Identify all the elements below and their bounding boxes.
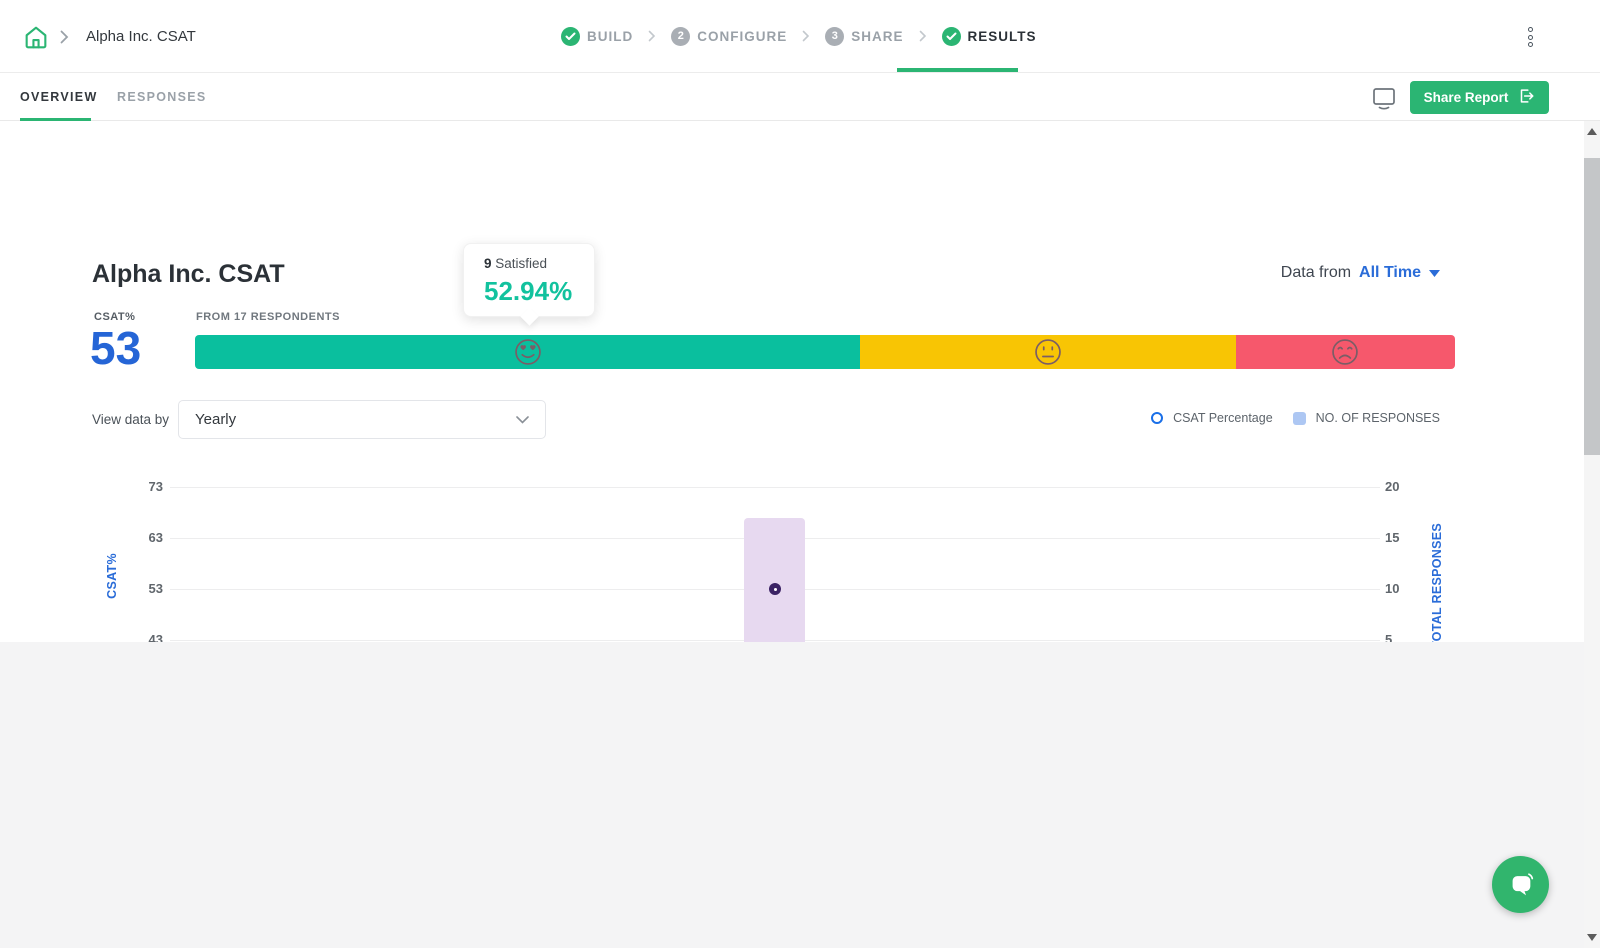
sad-face-icon: [1332, 339, 1359, 365]
active-step-underline: [897, 68, 1018, 72]
top-header: Alpha Inc. CSAT BUILD 2 CONFIGURE 3 SHAR…: [0, 0, 1600, 73]
step-number-badge: 2: [671, 26, 691, 46]
data-from-value: All Time: [1359, 264, 1421, 281]
chevron-right-icon: [648, 30, 656, 42]
tab-responses[interactable]: RESPONSES: [117, 73, 207, 121]
period-select-value: Yearly: [195, 411, 237, 428]
period-select[interactable]: Yearly: [178, 400, 546, 439]
overview-section: Alpha Inc. CSAT Data from All Time 9 Sat…: [0, 121, 1584, 711]
tooltip-label: Satisfied: [495, 256, 548, 271]
data-from-dropdown[interactable]: Data from All Time: [1281, 264, 1440, 282]
legend-csat-radio[interactable]: [1151, 412, 1164, 424]
respondents-label: FROM 17 RESPONDENTS: [196, 311, 340, 323]
step-build[interactable]: BUILD: [561, 26, 634, 46]
export-arrow-icon: [1517, 87, 1535, 108]
left-axis-tick: 53: [148, 581, 163, 596]
legend-responses-label: NO. OF RESPONSES: [1315, 411, 1440, 425]
lower-section: INSIGHTS All Shares All Time: [0, 642, 1584, 948]
step-number-badge: 3: [825, 26, 845, 46]
home-icon[interactable]: [22, 23, 50, 51]
view-data-by-label: View data by: [92, 412, 170, 427]
more-options-icon[interactable]: [1528, 27, 1533, 47]
chart-legend: CSAT Percentage NO. OF RESPONSES: [1151, 411, 1440, 425]
tooltip-percent: 52.94%: [484, 276, 573, 306]
results-tabbar: OVERVIEW RESPONSES: [0, 73, 1600, 121]
right-axis-tick: 15: [1385, 530, 1400, 545]
step-label: SHARE: [851, 28, 904, 44]
scrollbar-up-arrow[interactable]: [1587, 128, 1597, 135]
tab-overview[interactable]: OVERVIEW: [20, 73, 98, 121]
neutral-face-icon: [1035, 339, 1061, 365]
step-share[interactable]: 3 SHARE: [825, 26, 904, 46]
chevron-right-icon: [802, 30, 810, 42]
chevron-right-icon: [919, 30, 927, 42]
segment-satisfied[interactable]: [195, 335, 861, 369]
chat-launcher-button[interactable]: [1492, 856, 1549, 913]
satisfaction-stacked-bar: [195, 335, 1455, 369]
right-axis-tick: 20: [1385, 479, 1400, 494]
scrollbar-down-arrow[interactable]: [1587, 934, 1597, 941]
csat-percent-value: 53: [90, 322, 142, 374]
step-label: BUILD: [587, 28, 634, 44]
step-label: RESULTS: [967, 28, 1037, 44]
left-axis-tick: 73: [148, 479, 163, 494]
gridline: [170, 487, 1380, 488]
tooltip-text: 9 Satisfied: [484, 256, 594, 271]
check-circle-icon: [941, 26, 961, 46]
csat-point-2022: [769, 583, 781, 595]
tooltip-count: 9: [484, 256, 492, 271]
wizard-steps: BUILD 2 CONFIGURE 3 SHARE RESULTS: [561, 0, 1037, 72]
right-axis-tick: 10: [1385, 581, 1400, 596]
step-configure[interactable]: 2 CONFIGURE: [671, 26, 788, 46]
left-axis-title: CSAT%: [105, 553, 119, 599]
fullscreen-monitor-icon[interactable]: [1371, 86, 1397, 115]
chevron-down-icon: [516, 411, 529, 428]
check-circle-icon: [561, 26, 580, 46]
app-root: Alpha Inc. CSAT BUILD 2 CONFIGURE 3 SHAR…: [0, 0, 1600, 948]
caret-down-icon: [1429, 264, 1440, 282]
page-title: Alpha Inc. CSAT: [92, 260, 285, 288]
share-report-label: Share Report: [1423, 90, 1509, 105]
legend-csat-label: CSAT Percentage: [1173, 411, 1273, 425]
breadcrumb-survey-name: Alpha Inc. CSAT: [86, 28, 196, 45]
breadcrumb-chevron-icon: [60, 30, 69, 49]
satisfied-tooltip: 9 Satisfied 52.94%: [463, 243, 595, 317]
scrollbar-thumb[interactable]: [1584, 158, 1600, 455]
left-axis-tick: 63: [148, 530, 163, 545]
legend-responses-swatch[interactable]: [1292, 411, 1306, 425]
step-label: CONFIGURE: [697, 28, 788, 44]
vertical-scrollbar[interactable]: [1584, 121, 1600, 948]
segment-unsatisfied[interactable]: [1235, 335, 1455, 369]
data-from-label: Data from: [1280, 264, 1352, 281]
segment-neutral[interactable]: [860, 335, 1236, 369]
share-report-button[interactable]: Share Report: [1410, 81, 1549, 114]
step-results[interactable]: RESULTS: [941, 26, 1037, 46]
heart-eyes-face-icon: [514, 339, 541, 365]
chat-bubble-icon: [1512, 872, 1533, 895]
